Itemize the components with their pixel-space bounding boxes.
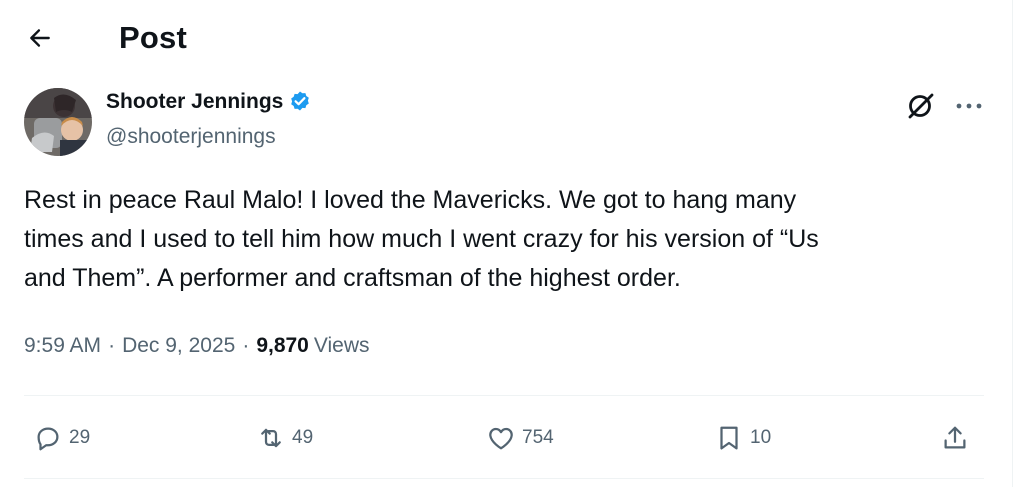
views-count[interactable]: 9,870 bbox=[256, 334, 309, 358]
grok-icon bbox=[908, 93, 934, 119]
author-name-row: Shooter Jennings bbox=[106, 90, 312, 114]
divider bbox=[24, 478, 984, 479]
share-icon bbox=[944, 426, 966, 449]
repost-button[interactable]: 49 bbox=[256, 418, 313, 458]
more-icon bbox=[956, 103, 982, 109]
grok-button[interactable] bbox=[903, 88, 939, 124]
reply-count: 29 bbox=[69, 427, 91, 448]
reply-icon bbox=[37, 427, 59, 451]
avatar[interactable] bbox=[24, 88, 92, 156]
more-button[interactable] bbox=[952, 92, 986, 120]
reply-button[interactable]: 29 bbox=[33, 418, 90, 458]
meta-separator: · bbox=[242, 334, 250, 357]
meta-separator: · bbox=[108, 334, 116, 357]
divider bbox=[24, 395, 984, 396]
post-text: Rest in peace Raul Malo! I loved the Mav… bbox=[24, 186, 819, 292]
post-meta: 9:59 AM · Dec 9, 2025 · 9,870 Views bbox=[24, 334, 370, 358]
bookmark-button[interactable]: 10 bbox=[714, 418, 771, 458]
like-button[interactable]: 754 bbox=[486, 418, 554, 458]
bookmark-count: 10 bbox=[750, 427, 772, 448]
page-title: Post bbox=[119, 20, 187, 55]
like-icon bbox=[489, 427, 513, 450]
right-border bbox=[1012, 0, 1013, 487]
like-count: 754 bbox=[522, 427, 554, 448]
author-handle[interactable]: @shooterjennings bbox=[106, 125, 276, 149]
views-label: Views bbox=[313, 334, 370, 357]
action-bar: 29 49 754 10 bbox=[0, 418, 1010, 458]
back-button[interactable] bbox=[20, 18, 60, 58]
post-time[interactable]: 9:59 AM bbox=[24, 334, 101, 358]
bookmark-icon bbox=[720, 426, 738, 450]
back-arrow-icon bbox=[30, 29, 50, 47]
repost-icon bbox=[261, 428, 281, 448]
verified-badge-icon[interactable] bbox=[288, 90, 312, 114]
repost-count: 49 bbox=[292, 427, 314, 448]
share-button[interactable] bbox=[940, 418, 970, 458]
author-display-name[interactable]: Shooter Jennings bbox=[106, 90, 283, 114]
post-date[interactable]: Dec 9, 2025 bbox=[122, 334, 235, 358]
page-header: Post bbox=[0, 0, 1010, 80]
